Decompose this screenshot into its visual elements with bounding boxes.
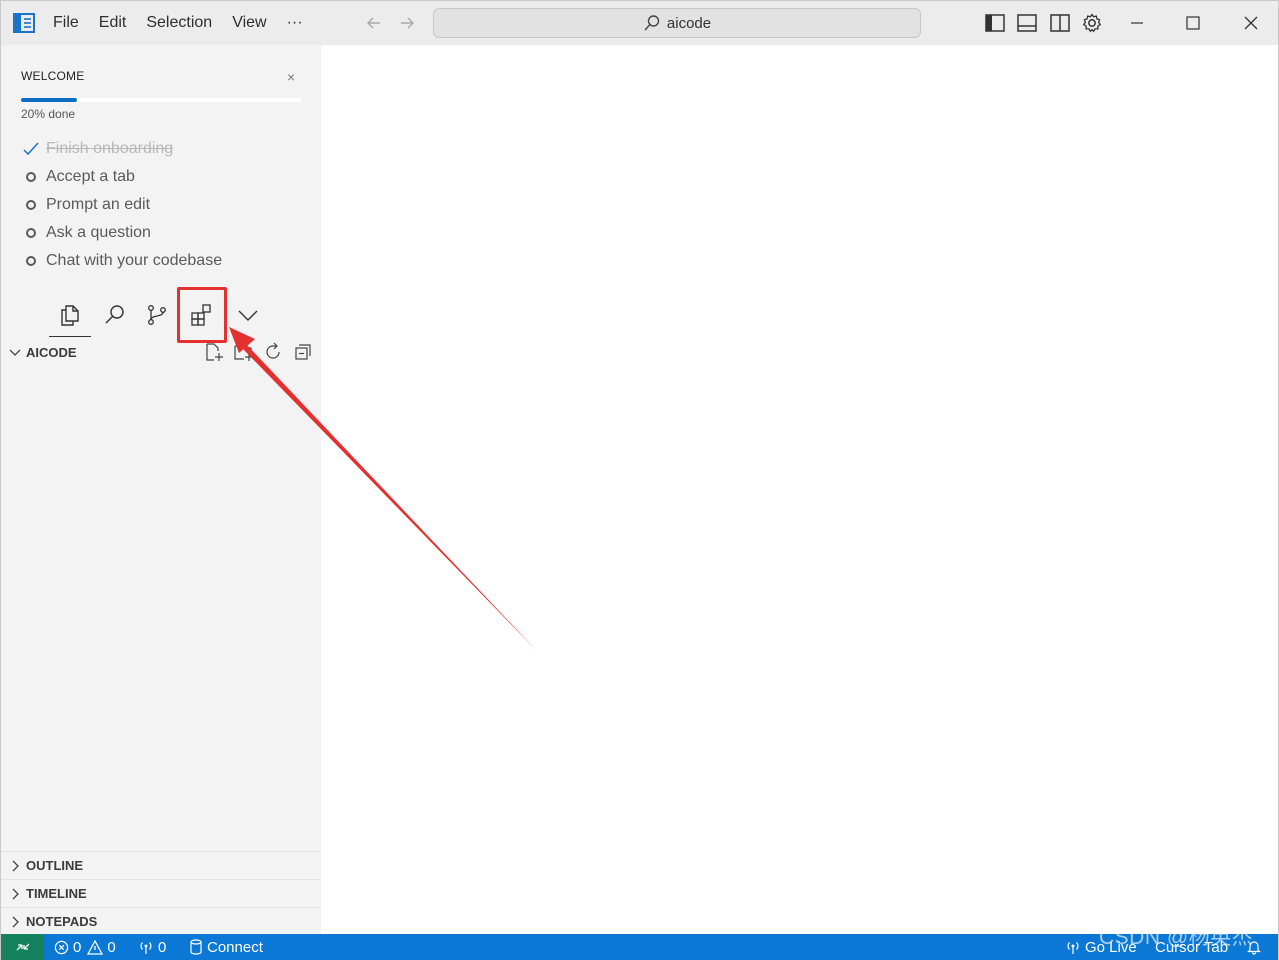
- source-control-icon[interactable]: [145, 303, 169, 327]
- warning-count: 0: [107, 938, 116, 956]
- search-icon: [644, 15, 660, 31]
- search-text: aicode: [666, 14, 712, 32]
- chevron-down-icon[interactable]: [236, 303, 260, 327]
- menu-bar: File Edit Selection View ···: [43, 1, 313, 45]
- connect-button[interactable]: Connect: [189, 934, 263, 960]
- checklist-item-label: Prompt an edit: [46, 196, 151, 213]
- chevron-right-icon: [12, 888, 19, 899]
- welcome-title: WELCOME: [21, 69, 85, 83]
- checklist-item-accept-tab[interactable]: Accept a tab: [23, 163, 313, 191]
- command-center-search[interactable]: aicode: [433, 8, 921, 38]
- warning-icon: [87, 939, 104, 955]
- checklist-item-ask-question[interactable]: Ask a question: [23, 219, 313, 247]
- connect-label: Connect: [207, 938, 263, 956]
- new-folder-icon[interactable]: [234, 342, 254, 362]
- toggle-panel-icon[interactable]: [1016, 12, 1038, 34]
- minimize-icon[interactable]: [1123, 9, 1151, 37]
- onboarding-progress-fill: [21, 98, 77, 102]
- circle-icon: [23, 197, 39, 213]
- back-arrow-icon[interactable]: [364, 13, 384, 33]
- onboarding-progress-bar: [21, 98, 301, 102]
- progress-text: 20% done: [21, 107, 76, 121]
- status-bar: 0 0 0 Connect Go Live Cursor Tab: [1, 934, 1278, 960]
- forward-arrow-icon[interactable]: [397, 13, 417, 33]
- menu-more-label: ···: [286, 14, 303, 31]
- ports-count: 0: [158, 938, 167, 956]
- app-window: File Edit Selection View ··· aicode WELC…: [0, 0, 1279, 960]
- remote-icon: [16, 943, 29, 951]
- section-title: OUTLINE: [26, 858, 84, 873]
- remote-indicator[interactable]: [1, 934, 44, 960]
- checklist-item-label: Chat with your codebase: [46, 252, 223, 269]
- watermark-text: CSDN @杨英杰: [1099, 926, 1254, 949]
- chevron-down-icon: [9, 349, 21, 356]
- new-file-icon[interactable]: [204, 342, 224, 362]
- check-icon: [23, 141, 39, 157]
- maximize-icon[interactable]: [1179, 9, 1207, 37]
- explorer-actions: [204, 342, 314, 362]
- section-notepads[interactable]: NOTEPADS: [1, 907, 321, 935]
- error-count: 0: [73, 938, 82, 956]
- section-outline[interactable]: OUTLINE: [1, 851, 321, 879]
- database-icon: [190, 939, 202, 955]
- activity-tabs: [49, 291, 279, 339]
- explorer-section-title: AICODE: [26, 344, 77, 360]
- checklist-item-label: Finish onboarding: [46, 140, 174, 157]
- menu-file-label: File: [53, 14, 79, 31]
- checklist-item-chat-codebase[interactable]: Chat with your codebase: [23, 247, 313, 275]
- menu-selection[interactable]: Selection: [136, 1, 222, 45]
- section-title: NOTEPADS: [26, 914, 98, 929]
- welcome-close-icon[interactable]: ×: [287, 69, 295, 85]
- section-title: TIMELINE: [26, 886, 87, 901]
- menu-file[interactable]: File: [43, 1, 89, 45]
- editor-area[interactable]: [321, 45, 1278, 934]
- toggle-primary-sidebar-icon[interactable]: [984, 12, 1006, 34]
- checklist-item-label: Ask a question: [46, 224, 151, 241]
- menu-selection-label: Selection: [146, 14, 213, 31]
- title-bar: File Edit Selection View ··· aicode: [1, 1, 1278, 45]
- chevron-right-icon: [12, 860, 19, 871]
- annotation-highlight-box: [177, 287, 227, 343]
- menu-view[interactable]: View: [222, 1, 276, 45]
- checklist-item-label: Accept a tab: [46, 168, 135, 185]
- menu-view-label: View: [232, 14, 267, 31]
- sidebar: WELCOME × 20% done Finish onboarding Acc…: [1, 45, 321, 934]
- search-view-icon[interactable]: [103, 303, 127, 327]
- section-timeline[interactable]: TIMELINE: [1, 879, 321, 907]
- broadcast-icon: [140, 942, 152, 954]
- circle-icon: [23, 169, 39, 185]
- toggle-secondary-sidebar-icon[interactable]: [1049, 12, 1071, 34]
- collapse-all-icon[interactable]: [293, 342, 313, 362]
- close-window-icon[interactable]: [1237, 9, 1265, 37]
- settings-gear-icon[interactable]: [1081, 12, 1103, 34]
- circle-icon: [23, 253, 39, 269]
- checklist-item-prompt-edit[interactable]: Prompt an edit: [23, 191, 313, 219]
- menu-edit-label: Edit: [98, 14, 127, 31]
- onboarding-checklist: Finish onboarding Accept a tab Prompt an…: [23, 135, 313, 275]
- ports-indicator[interactable]: 0: [138, 934, 166, 960]
- circle-icon: [23, 225, 39, 241]
- chevron-right-icon: [12, 916, 19, 927]
- broadcast-icon: [1067, 942, 1079, 954]
- refresh-icon[interactable]: [263, 342, 283, 362]
- active-tab-indicator: [49, 336, 91, 337]
- menu-edit[interactable]: Edit: [89, 1, 137, 45]
- explorer-files-icon[interactable]: [58, 303, 82, 327]
- checklist-item-finish-onboarding[interactable]: Finish onboarding: [23, 135, 313, 163]
- error-icon: [54, 940, 69, 954]
- problems-indicator[interactable]: 0 0: [54, 934, 116, 960]
- menu-more[interactable]: ···: [277, 1, 313, 45]
- sidebar-bottom-sections: OUTLINE TIMELINE NOTEPADS: [1, 851, 321, 935]
- app-logo-icon[interactable]: [13, 13, 35, 33]
